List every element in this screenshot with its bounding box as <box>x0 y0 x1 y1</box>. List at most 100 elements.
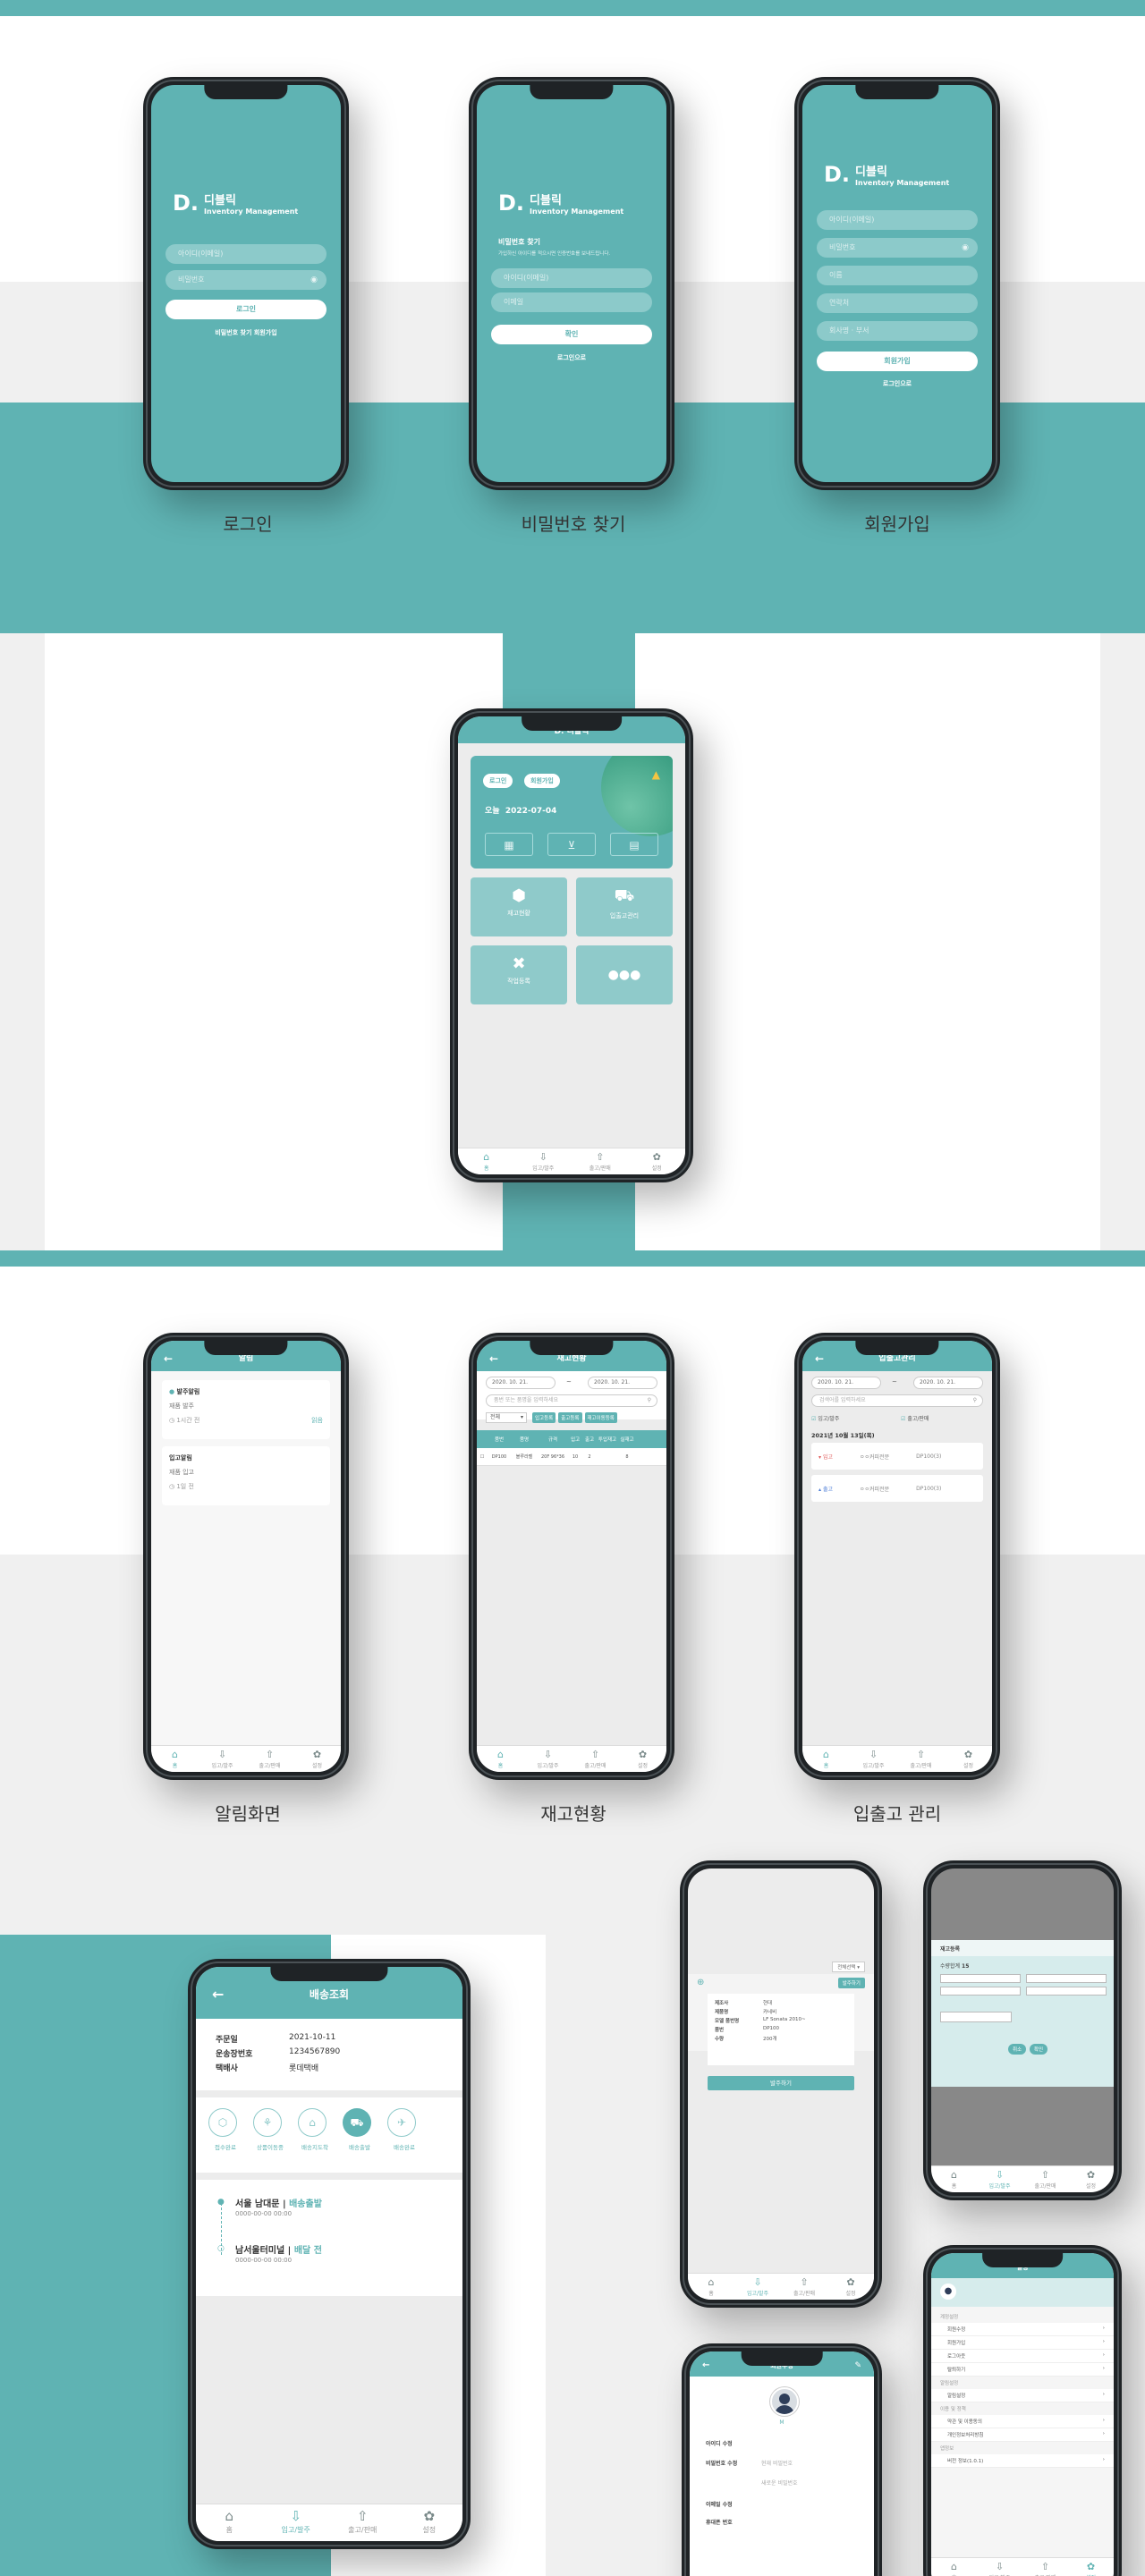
tab-settings[interactable]: ✿설정 <box>293 1746 341 1772</box>
new-password-input[interactable]: 새로운 비밀번호 <box>761 2479 798 2487</box>
eye-icon[interactable]: ◉ <box>310 270 318 290</box>
menu-more[interactable]: ●●● <box>576 945 673 1004</box>
tab-home[interactable]: ⌂홈 <box>688 2274 734 2300</box>
tab-outbound[interactable]: ⇧출고/판매 <box>1022 2166 1068 2192</box>
list-item[interactable]: 개인정보처리방침 › <box>931 2428 1114 2442</box>
count-select-2[interactable] <box>1026 1974 1107 1983</box>
search-input[interactable]: 검색어를 입력하세요 ⚲ <box>811 1394 983 1407</box>
list-item[interactable]: ▴ 출고 ㅇㅇ커피전문 DP100(3) <box>811 1475 983 1502</box>
filter-inbound-button[interactable]: 입고등록 <box>532 1412 556 1423</box>
count-select-4[interactable] <box>1026 1987 1107 1996</box>
select-all-dropdown[interactable]: 전체선택 ▾ <box>832 1962 865 1972</box>
login-links[interactable]: 비밀번호 찾기 회원가입 <box>151 328 341 337</box>
current-password-input[interactable]: 현재 비밀번호 <box>761 2459 793 2467</box>
signup-button[interactable]: 회원가입 <box>817 352 978 371</box>
menu-inout[interactable]: ⛟ 입출고관리 <box>576 877 673 936</box>
signup-phone-input[interactable]: 연락처 <box>817 293 978 313</box>
list-item[interactable]: 알림설정 › <box>931 2389 1114 2402</box>
date-to-input[interactable]: 2020. 10. 21. <box>588 1377 657 1389</box>
tab-settings[interactable]: ✿설정 <box>945 1746 992 1772</box>
count-quantity-input[interactable] <box>940 2012 1012 2022</box>
count-select-3[interactable] <box>940 1987 1021 1996</box>
tab-settings[interactable]: ✿설정 <box>396 2504 463 2541</box>
tab-inbound[interactable]: ⇩입고/발주 <box>524 1746 572 1772</box>
chip-signup[interactable]: 회원가입 <box>524 774 560 788</box>
row-checkbox[interactable]: ☐ <box>477 1454 488 1460</box>
count-select-1[interactable] <box>940 1974 1021 1983</box>
bell-icon[interactable]: ▲ <box>652 768 660 781</box>
id-input[interactable]: 아이디(이메일) <box>491 268 652 288</box>
id-input[interactable]: 아이디(이메일) <box>165 244 327 264</box>
order-small-button[interactable]: 발주하기 <box>837 1978 865 1988</box>
tab-inbound[interactable]: ⇩입고/발주 <box>515 1148 572 1174</box>
menu-task[interactable]: ✖ 작업등록 <box>471 945 567 1004</box>
list-item[interactable]: 회원수정 › <box>931 2323 1114 2336</box>
tab-settings[interactable]: ✿설정 <box>619 1746 666 1772</box>
tab-inbound[interactable]: ⇩입고/발주 <box>977 2166 1022 2192</box>
tab-outbound[interactable]: ⇧출고/판매 <box>897 1746 945 1772</box>
tab-settings[interactable]: ✿설정 <box>827 2274 874 2300</box>
signup-password-input[interactable]: 비밀번호 ◉ <box>817 238 978 258</box>
tab-home[interactable]: ⌂홈 <box>196 2504 263 2541</box>
list-item[interactable]: 탈퇴하기 › <box>931 2363 1114 2377</box>
avatar[interactable] <box>770 2387 799 2416</box>
tab-inbound[interactable]: ⇩입고/발주 <box>850 1746 897 1772</box>
list-item[interactable]: 버전 정보(1.0.1) › <box>931 2454 1114 2468</box>
back-arrow-icon[interactable]: ← <box>815 1341 824 1377</box>
tab-outbound[interactable]: ⇧출고/판매 <box>572 1746 619 1772</box>
stock-shortcut-icon[interactable]: ▦ <box>485 833 533 856</box>
date-to-input[interactable]: 2020. 10. 21. <box>913 1377 983 1389</box>
category-select[interactable]: 전체 ▾ <box>486 1412 527 1423</box>
email-input[interactable]: 이메일 <box>491 292 652 312</box>
list-item[interactable]: 로그아웃 › <box>931 2350 1114 2363</box>
back-to-login-link[interactable]: 로그인으로 <box>802 379 992 388</box>
list-item[interactable]: 회원가입 › <box>931 2336 1114 2350</box>
password-input[interactable]: 비밀번호 ◉ <box>165 270 327 290</box>
search-icon[interactable]: ⚲ <box>973 1395 977 1406</box>
edit-icon[interactable]: ✎ <box>854 2351 861 2380</box>
date-from-input[interactable]: 2020. 10. 21. <box>811 1377 881 1389</box>
alert-item[interactable]: 입고알림 재품 입고 ◷ 1일 전 <box>162 1446 330 1505</box>
check-inbound[interactable]: ☑ 입고/발주 <box>811 1414 839 1422</box>
tab-outbound[interactable]: ⇧출고/판매 <box>1022 2558 1068 2576</box>
plus-icon[interactable]: ⊕ <box>697 1978 704 1987</box>
eye-icon[interactable]: ◉ <box>962 238 969 258</box>
list-item[interactable]: ▾ 입고 ㅇㅇ커피전문 DP100(3) <box>811 1443 983 1470</box>
tab-home[interactable]: ⌂홈 <box>458 1148 515 1174</box>
tab-home[interactable]: ⌂홈 <box>931 2166 977 2192</box>
tab-home[interactable]: ⌂홈 <box>151 1746 199 1772</box>
filter-move-button[interactable]: 재고이동등록 <box>584 1412 617 1423</box>
tab-inbound[interactable]: ⇩입고/발주 <box>199 1746 246 1772</box>
search-input[interactable]: 품번 또는 품명을 입력하세요 ⚲ <box>486 1394 657 1407</box>
ok-button[interactable]: 확인 <box>1030 2044 1048 2055</box>
tab-outbound[interactable]: ⇧출고/판매 <box>329 2504 396 2541</box>
signup-company-input[interactable]: 회사명 · 부서 <box>817 321 978 341</box>
table-row[interactable]: ☐ DP100 블루라벨 20F 96*36 10 2 8 <box>477 1448 666 1466</box>
back-arrow-icon[interactable]: ← <box>702 2351 709 2380</box>
cancel-button[interactable]: 취소 <box>1008 2044 1027 2055</box>
list-item[interactable]: 약관 및 이용동의 › <box>931 2415 1114 2428</box>
back-to-login-link[interactable]: 로그인으로 <box>477 353 666 362</box>
check-outbound[interactable]: ☑ 출고/판매 <box>901 1414 929 1422</box>
back-arrow-icon[interactable]: ← <box>212 1967 224 2022</box>
filter-outbound-button[interactable]: 출고등록 <box>558 1412 582 1423</box>
signup-name-input[interactable]: 이름 <box>817 266 978 285</box>
confirm-button[interactable]: 확인 <box>491 325 652 344</box>
tab-home[interactable]: ⌂홈 <box>477 1746 524 1772</box>
report-shortcut-icon[interactable]: ▤ <box>610 833 658 856</box>
tab-inbound[interactable]: ⇩입고/발주 <box>734 2274 781 2300</box>
order-submit-button[interactable]: 발주하기 <box>708 2076 854 2090</box>
chip-login[interactable]: 로그인 <box>483 774 513 788</box>
tab-outbound[interactable]: ⇧출고/판매 <box>572 1148 629 1174</box>
login-button[interactable]: 로그인 <box>165 300 327 319</box>
tab-settings[interactable]: ✿설정 <box>1068 2166 1114 2192</box>
tab-settings[interactable]: ✿설정 <box>1068 2558 1114 2576</box>
date-from-input[interactable]: 2020. 10. 21. <box>486 1377 556 1389</box>
cart-shortcut-icon[interactable]: ⊻ <box>547 833 596 856</box>
signup-id-input[interactable]: 아이디(이메일) <box>817 210 978 230</box>
alert-item[interactable]: ● 발주알림 재품 발주 ◷ 1시간 전 읽음 <box>162 1380 330 1439</box>
search-icon[interactable]: ⚲ <box>648 1395 651 1406</box>
tab-outbound[interactable]: ⇧출고/판매 <box>246 1746 293 1772</box>
tab-outbound[interactable]: ⇧출고/판매 <box>781 2274 827 2300</box>
tab-home[interactable]: ⌂홈 <box>931 2558 977 2576</box>
